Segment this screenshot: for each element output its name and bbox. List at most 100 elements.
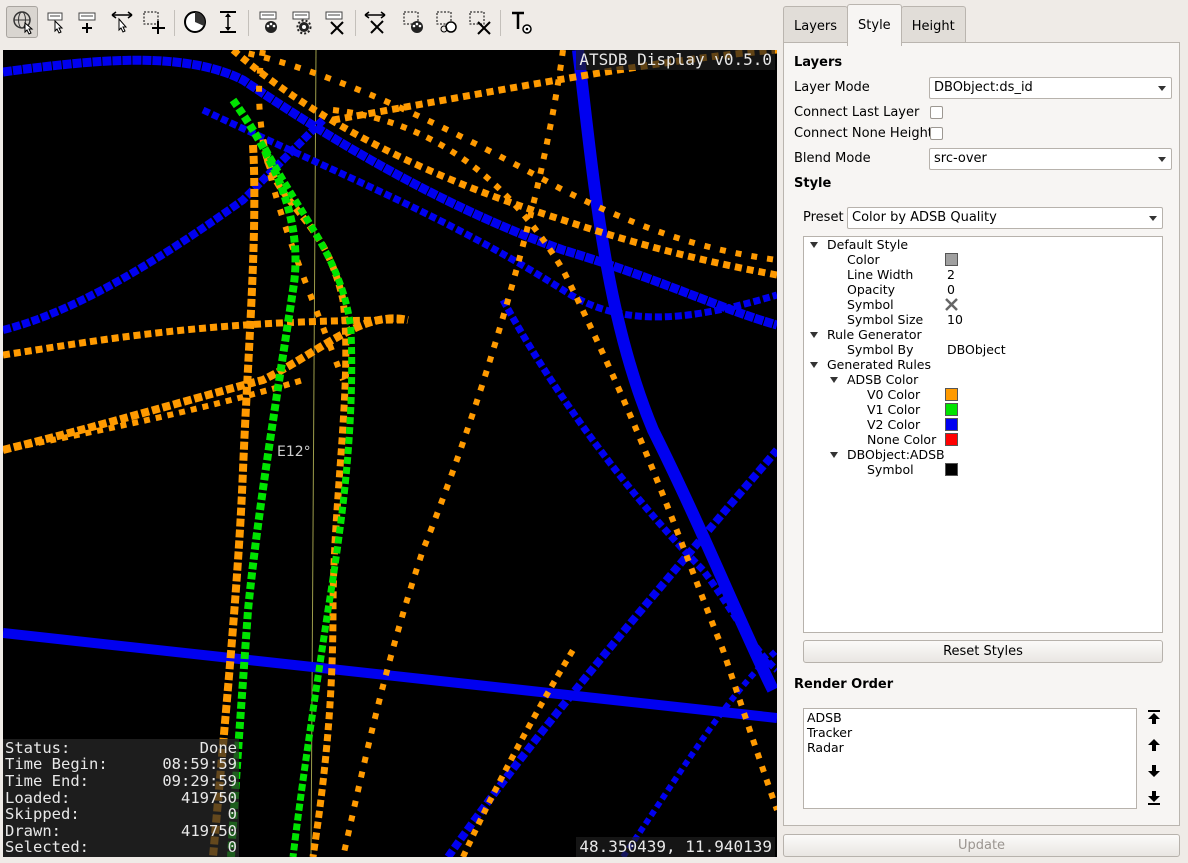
status-row: Loaded: 419750 [5, 790, 237, 807]
status-value: 0 [227, 805, 237, 824]
map-toolbar [0, 0, 780, 46]
tree-item-adsb-color[interactable]: ADSB Color [847, 372, 918, 387]
connect-none-height-label: Connect None Height [794, 126, 933, 141]
update-button[interactable]: Update [783, 834, 1180, 857]
tree-item-v2-color[interactable]: V2 Color [867, 417, 920, 432]
tree-item-generated-rules[interactable]: Generated Rules [827, 357, 931, 372]
preset-select[interactable]: Color by ADSB Quality [847, 207, 1163, 229]
move-up-icon[interactable] [1146, 737, 1162, 753]
tree-item-default-style[interactable]: Default Style [827, 237, 908, 252]
color-swatch-v0[interactable] [945, 388, 958, 401]
track-line [3, 628, 777, 723]
line-width-value[interactable]: 2 [947, 267, 955, 282]
tree-item-symbol-adsb[interactable]: Symbol [867, 462, 914, 477]
grid-label: E12° [277, 444, 311, 460]
select-arrow-icon[interactable] [106, 6, 138, 38]
tree-item-line-width[interactable]: Line Width [847, 267, 913, 282]
select-ellipse-icon[interactable] [431, 6, 463, 38]
expand-arrow-icon[interactable] [810, 332, 818, 338]
layer-mode-select[interactable]: DBObject:ds_id [929, 77, 1172, 99]
symbol-size-value[interactable]: 10 [947, 312, 963, 327]
move-bottom-icon[interactable] [1146, 790, 1162, 806]
tree-item-none-color[interactable]: None Color [867, 432, 936, 447]
color-swatch-v1[interactable] [945, 403, 958, 416]
status-label: Skipped: [5, 805, 80, 824]
tab-height[interactable]: Height [900, 6, 966, 45]
move-down-icon[interactable] [1146, 763, 1162, 779]
status-label: Drawn: [5, 821, 61, 840]
delete-select-icon[interactable] [464, 6, 496, 38]
connect-last-layer-label: Connect Last Layer [794, 105, 920, 120]
opacity-value[interactable]: 0 [947, 282, 955, 297]
layer-mode-label: Layer Mode [794, 80, 870, 95]
list-item[interactable]: Tracker [807, 725, 1133, 740]
blend-mode-label: Blend Mode [794, 151, 871, 166]
palette-select-icon[interactable] [398, 6, 430, 38]
map-view[interactable]: ATSDB Display v0.5.0 E12° Status: Done Ti… [3, 50, 777, 857]
panel-tabs: Layers Style Height [783, 4, 966, 46]
time-filter-icon[interactable] [179, 6, 211, 38]
color-swatch-default[interactable] [945, 253, 958, 266]
status-label: Selected: [5, 838, 89, 857]
tree-item-symbol-by[interactable]: Symbol By [847, 342, 914, 357]
tree-item-opacity[interactable]: Opacity [847, 282, 895, 297]
list-item[interactable]: ADSB [807, 710, 1133, 725]
layer-delete-list-icon[interactable] [319, 6, 351, 38]
add-select-rect-icon[interactable] [138, 6, 170, 38]
list-item[interactable]: Radar [807, 740, 1133, 755]
status-value: 0 [227, 838, 237, 857]
connect-none-height-checkbox[interactable] [930, 127, 943, 140]
tree-item-rule-generator[interactable]: Rule Generator [827, 327, 922, 342]
status-row: Status: Done [5, 740, 237, 757]
tree-item-v1-color[interactable]: V1 Color [867, 402, 920, 417]
symbol-cross-icon[interactable] [944, 297, 959, 312]
track-line [620, 647, 777, 857]
track-line [261, 146, 356, 857]
symbol-by-value[interactable]: DBObject [947, 342, 1006, 357]
status-overlay: Status: Done Time Begin: 08:59:59 Time End… [3, 738, 239, 857]
style-heading: Style [794, 176, 832, 191]
style-panel: Layers Style Height Layers Layer Mode DB… [783, 0, 1183, 863]
expand-arrow-icon[interactable] [810, 362, 818, 368]
expand-arrow-icon[interactable] [830, 452, 838, 458]
text-tool-icon[interactable] [505, 6, 537, 38]
status-value: 419750 [181, 821, 237, 840]
select-list-icon[interactable] [40, 6, 72, 38]
connect-last-layer-checkbox[interactable] [930, 106, 943, 119]
preset-value: Color by ADSB Quality [852, 210, 997, 225]
tab-layers[interactable]: Layers [783, 6, 849, 45]
layer-settings-list-icon[interactable] [286, 6, 318, 38]
status-label: Status: [5, 738, 71, 757]
color-swatch-v2[interactable] [945, 418, 958, 431]
move-top-icon[interactable] [1146, 709, 1162, 725]
chevron-down-icon [1158, 157, 1166, 162]
blend-mode-select[interactable]: src-over [929, 148, 1172, 170]
layers-heading: Layers [794, 55, 843, 70]
height-filter-icon[interactable] [212, 6, 244, 38]
navigate-globe-icon[interactable] [6, 6, 38, 38]
expand-arrow-icon[interactable] [830, 377, 838, 383]
render-order-list[interactable]: ADSB Tracker Radar [803, 708, 1137, 809]
status-label: Time Begin: [5, 755, 108, 774]
tree-item-color[interactable]: Color [847, 252, 880, 267]
tree-item-dbobject-adsb[interactable]: DBObject:ADSB [847, 447, 945, 462]
color-swatch-none[interactable] [945, 433, 958, 446]
tree-item-symbol-size[interactable]: Symbol Size [847, 312, 923, 327]
symbol-swatch-adsb[interactable] [945, 463, 958, 476]
track-line [3, 117, 326, 334]
layer-style-list-icon[interactable] [253, 6, 285, 38]
track-line [201, 106, 777, 321]
layer-mode-value: DBObject:ds_id [934, 80, 1033, 95]
cursor-coordinates: 48.350439, 11.940139 [576, 837, 775, 857]
reset-styles-button[interactable]: Reset Styles [803, 640, 1163, 663]
status-row: Selected: 0 [5, 839, 237, 856]
style-tree[interactable]: Default Style Color Line Width 2 Opacity… [803, 236, 1163, 633]
delete-arrows-icon[interactable] [359, 6, 391, 38]
expand-arrow-icon[interactable] [810, 242, 818, 248]
track-line [444, 447, 777, 857]
tree-item-symbol[interactable]: Symbol [847, 297, 894, 312]
tree-item-v0-color[interactable]: V0 Color [867, 387, 920, 402]
add-list-icon[interactable] [72, 6, 104, 38]
tab-style[interactable]: Style [847, 4, 902, 46]
status-label: Loaded: [5, 788, 71, 807]
